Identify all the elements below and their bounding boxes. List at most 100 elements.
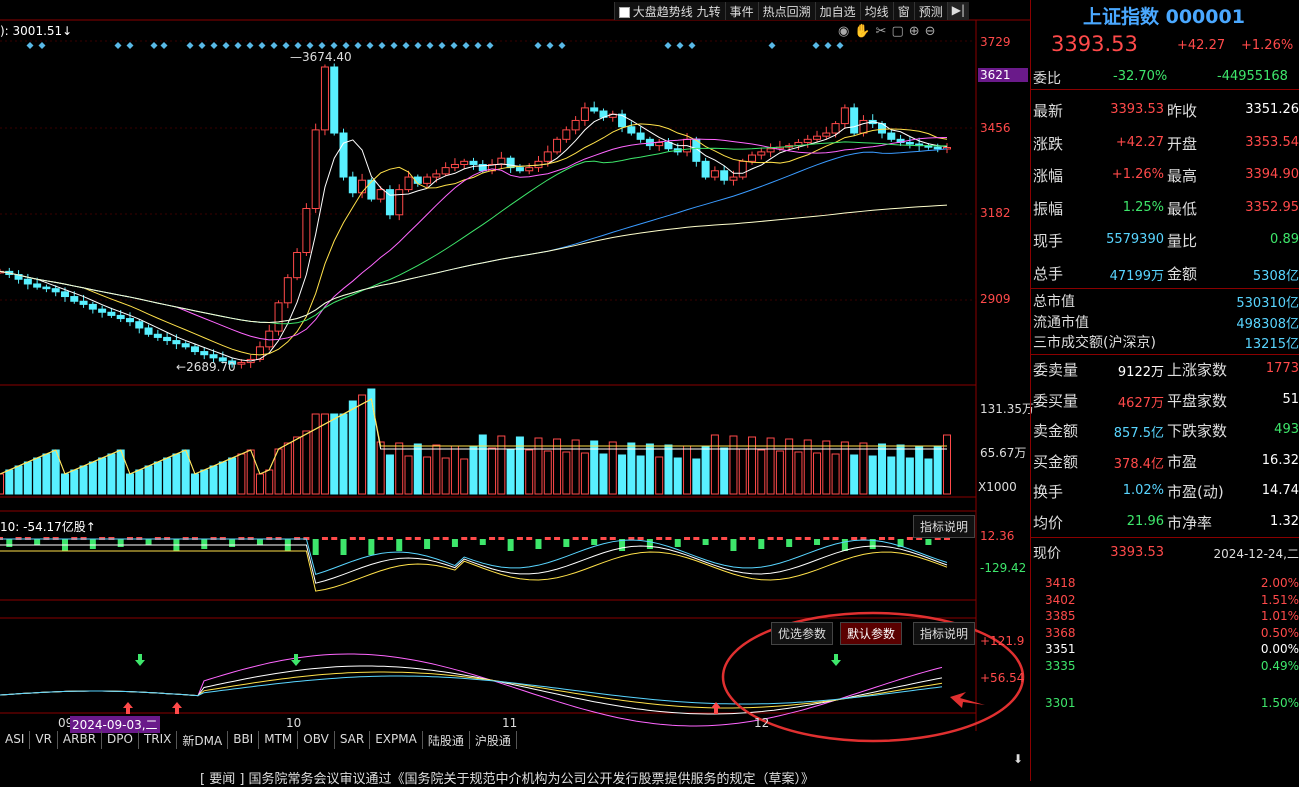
osc-axis-top: +121.9 (980, 634, 1025, 648)
optimal-params-button[interactable]: 优选参数 (771, 622, 834, 645)
order-label: 均价 (1033, 514, 1064, 532)
default-params-button[interactable]: 默认参数 (840, 622, 903, 645)
toolbar-event-button[interactable]: 事件 (724, 2, 758, 20)
toolbar-window-button[interactable]: 窗 (892, 2, 914, 20)
volume-bar (367, 388, 376, 495)
candle-body (506, 157, 515, 169)
chart-tool-icons: ◉✋✂▢⊕⊖ (838, 24, 941, 39)
tab-trix[interactable]: TRIX (139, 731, 178, 749)
signal-diamond (378, 42, 386, 49)
volume-bar (144, 465, 153, 495)
tab-expma[interactable]: EXPMA (370, 731, 423, 749)
stat-label: 最高 (1167, 167, 1198, 185)
chart-canvas[interactable] (0, 0, 1030, 781)
candle-body (450, 163, 459, 169)
fund-bar (349, 537, 356, 540)
volume-bar (469, 446, 478, 495)
price-axis-2909: 2909 (980, 292, 1011, 306)
signal-diamond (114, 42, 122, 49)
hand-icon[interactable]: ✋ (854, 24, 875, 39)
fund-bar (424, 539, 431, 549)
intraday-axis-right: 1.50% (1260, 695, 1299, 710)
volume-bar (803, 439, 812, 495)
volume-bar (859, 442, 868, 495)
volume-bar (478, 434, 487, 495)
volume-bar (33, 457, 42, 495)
signal-diamond (450, 42, 458, 49)
volume-bar (218, 461, 227, 495)
volume-bar (339, 413, 348, 495)
volume-bar (423, 456, 432, 495)
tab-sar[interactable]: SAR (335, 731, 371, 749)
tab-hugutong[interactable]: 沪股通 (470, 731, 517, 749)
stat-label: 昨收 (1167, 102, 1198, 120)
tab-vr[interactable]: VR (30, 731, 58, 749)
fund-bar (516, 537, 523, 540)
volume-bar (125, 473, 134, 495)
volume-bar (395, 442, 404, 495)
volume-bar (673, 457, 682, 495)
tab-obv[interactable]: OBV (298, 731, 335, 749)
candle-body (125, 318, 134, 323)
tab-asi[interactable]: ASI (0, 731, 31, 749)
order-label: 下跌家数 (1167, 422, 1228, 441)
toolbar-add-watch-button[interactable]: 加自选 (814, 2, 860, 20)
volume-bar (42, 453, 51, 495)
tab-lugutong[interactable]: 陆股通 (423, 731, 470, 749)
candle-body (70, 296, 79, 302)
tab-new-dma[interactable]: 新DMA (177, 731, 229, 749)
zoom-out-icon[interactable]: ⊖ (925, 24, 941, 39)
signal-diamond (318, 42, 326, 49)
order-value: 1773 (1265, 361, 1299, 376)
candle-body (42, 286, 51, 290)
toolbar-ma-button[interactable]: 均线 (859, 2, 893, 20)
tab-arbr[interactable]: ARBR (58, 731, 103, 749)
tab-bbi[interactable]: BBI (228, 731, 260, 749)
volume-bar (70, 469, 79, 495)
volume-bar (60, 473, 69, 495)
oscillator-line (0, 665, 943, 715)
download-icon[interactable]: ⬇ (1013, 752, 1023, 766)
tab-dpo[interactable]: DPO (102, 731, 139, 749)
candle-body (822, 132, 831, 137)
candle-body (562, 129, 571, 140)
osc-explain-button[interactable]: 指标说明 (913, 622, 976, 645)
fund-bar (730, 539, 737, 551)
intraday-axis-right: 1.01% (1260, 609, 1299, 624)
toolbar-trend-button[interactable]: 大盘趋势线 九转 (613, 2, 725, 20)
scissors-icon[interactable]: ✂ (876, 24, 892, 39)
zoom-in-icon[interactable]: ⊕ (909, 24, 925, 39)
volume-bar (933, 446, 942, 495)
lock-icon[interactable]: ▢ (891, 24, 908, 39)
tab-mtm[interactable]: MTM (259, 731, 299, 749)
fund-bar (925, 539, 932, 545)
toolbar-forecast-button[interactable]: 预测 (913, 2, 947, 20)
eye-icon[interactable]: ◉ (838, 24, 854, 39)
volume-bar (450, 445, 459, 495)
fund-explain-button[interactable]: 指标说明 (913, 515, 976, 538)
toolbar-hotspot-button[interactable]: 热点回溯 (757, 2, 815, 20)
volume-bar (488, 447, 497, 495)
news-ticker[interactable]: [ 要闻 ] 国务院常务会议审议通过《国务院关于规范中介机构为公司公开发行股票提… (200, 768, 1020, 787)
candle-body (302, 207, 311, 254)
weibi-pct: -32.70% (1113, 69, 1168, 84)
stat-label: 最新 (1033, 102, 1064, 120)
fund-bar (377, 537, 384, 540)
checkbox-icon[interactable] (618, 7, 630, 18)
current-price: 3393.53 (1051, 32, 1138, 56)
candle-body (766, 148, 775, 153)
candle-body (79, 300, 88, 305)
candle-body (98, 308, 107, 313)
volume-bar (645, 443, 654, 495)
volume-bar (5, 469, 14, 495)
buy-arrow (123, 702, 133, 714)
fund-bar (563, 539, 570, 547)
stat-label: 振幅 (1033, 199, 1064, 218)
order-value: 14.74 (1261, 483, 1299, 499)
intraday-axis-left: 3335 (1045, 659, 1076, 673)
play-icon[interactable]: ▶| (946, 2, 969, 20)
candle-body (571, 119, 580, 131)
signal-diamond (150, 42, 158, 49)
intraday-axis-left: 3301 (1045, 695, 1076, 710)
date-label-12: 12 (754, 716, 770, 730)
